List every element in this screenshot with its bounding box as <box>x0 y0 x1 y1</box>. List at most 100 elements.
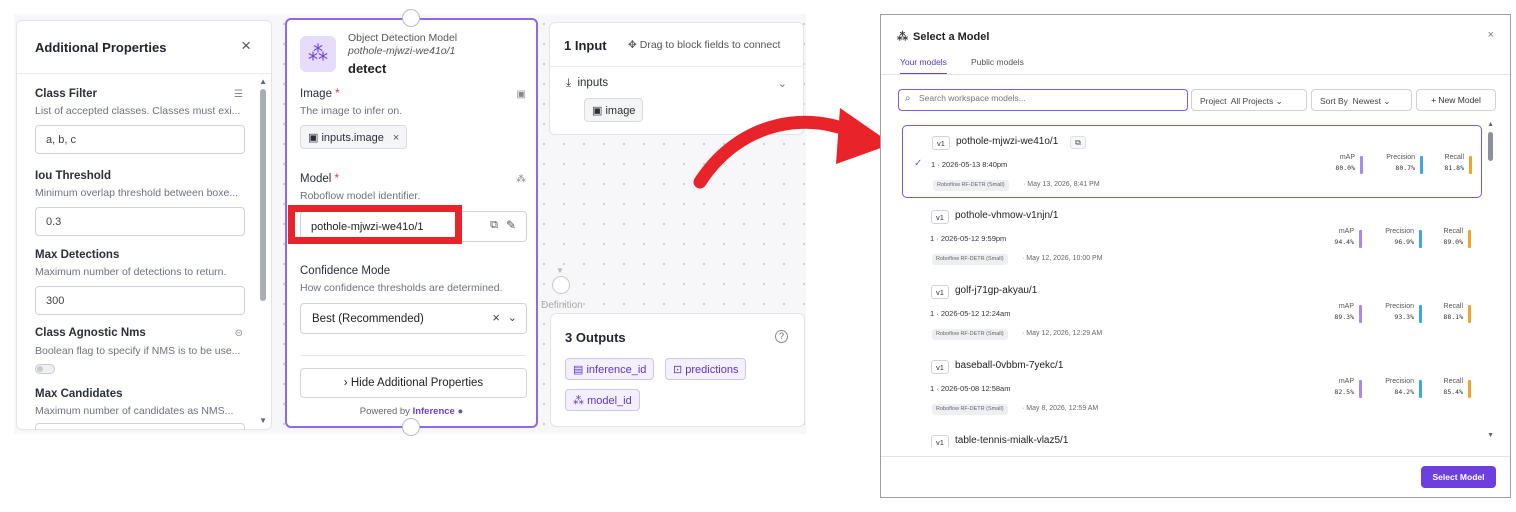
divider <box>881 74 1510 75</box>
scroll-down-icon[interactable]: ▼ <box>1487 432 1494 439</box>
tab-public-models[interactable]: Public models <box>971 57 1024 73</box>
version-badge: v1 <box>932 136 950 150</box>
metric-label: mAP <box>1338 228 1354 235</box>
list-icon[interactable]: ☰ <box>234 89 243 100</box>
move-icon: ✥ <box>628 39 637 51</box>
model-card[interactable]: v1 pothole-mjwzi-we41o/1 ⧉ ✓ 1 · 2026-05… <box>902 125 1482 198</box>
inference-link[interactable]: Inference <box>413 406 455 417</box>
copy-icon[interactable]: ⧉ <box>490 219 498 232</box>
metric-label: Recall <box>1443 228 1463 235</box>
metric-value: 96.9% <box>1394 238 1414 246</box>
architecture-badge: Roboflow RF-DETR (Small) <box>932 254 1008 265</box>
edit-icon[interactable]: ✎ <box>506 218 516 232</box>
drag-hint: ✥ Drag to block fields to connect <box>628 39 780 51</box>
metric-value: 88.1% <box>1443 313 1463 321</box>
model-date: 1 · 2026-05-08 12:58am <box>930 384 1011 393</box>
metric-label: Recall <box>1443 303 1463 310</box>
tab-your-models[interactable]: Your models <box>900 57 947 75</box>
help-icon[interactable]: ? <box>775 330 788 343</box>
scroll-up-icon[interactable]: ▲ <box>1487 121 1494 128</box>
metric-label: Recall <box>1443 378 1463 385</box>
remove-icon[interactable]: × <box>393 132 399 144</box>
scroll-up-icon[interactable]: ▲ <box>259 77 267 86</box>
max-candidates-label: Max Candidates <box>35 388 123 400</box>
chevron-right-icon: › <box>343 377 348 389</box>
arrow-icon <box>693 108 892 189</box>
iou-threshold-label: Iou Threshold <box>35 170 112 182</box>
metric-label: Precision <box>1385 303 1414 310</box>
block-name[interactable]: detect <box>348 61 386 76</box>
scroll-down-icon[interactable]: ▼ <box>259 416 267 425</box>
trained-date: · May 8, 2026, 12:59 AM <box>1022 405 1099 412</box>
output-chip-model-id[interactable]: ⁂ model_id <box>565 389 640 411</box>
model-node-icon: ⁂ <box>897 31 908 43</box>
map-bar <box>1359 305 1362 323</box>
copy-icon[interactable]: ⧉ <box>1070 136 1086 149</box>
select-model-dialog: ⁂ Select a Model × Your models Public mod… <box>880 14 1511 498</box>
recall-bar <box>1468 230 1471 248</box>
canvas-faint-label: Definition <box>541 300 583 311</box>
hide-additional-properties-button[interactable]: › Hide Additional Properties <box>300 368 527 398</box>
block-output-handle[interactable] <box>402 418 420 436</box>
architecture-badge: Roboflow RF-DETR (Small) <box>933 180 1009 191</box>
image-input-chip[interactable]: ▣ inputs.image × <box>300 125 408 149</box>
new-model-button[interactable]: + New Model <box>1416 89 1496 111</box>
link-icon[interactable]: ⊝ <box>235 328 243 339</box>
clear-icon[interactable]: × <box>492 310 500 325</box>
max-candidates-input[interactable] <box>35 423 245 429</box>
inputs-row[interactable]: ⤓ inputs <box>566 77 608 90</box>
model-card[interactable]: v1 pothole-vhmow-v1njn/1 1 · 2026-05-12 … <box>902 200 1482 273</box>
metric-precision: Precision 80.7% <box>1375 154 1415 172</box>
image-chip-label: image <box>605 105 636 117</box>
search-box[interactable]: ⌕ <box>898 89 1188 111</box>
output-chip-label: model_id <box>587 395 632 407</box>
metric-label: Recall <box>1444 154 1464 161</box>
iou-threshold-input[interactable]: 0.3 <box>35 207 245 236</box>
powered-by: Powered by Inference ● <box>287 406 536 417</box>
outputs-title: 3 Outputs <box>565 330 626 345</box>
output-chip-inference-id[interactable]: ▤ inference_id <box>565 358 655 380</box>
canvas-node-handle[interactable] <box>552 276 570 294</box>
select-model-button[interactable]: Select Model <box>1421 466 1496 488</box>
block-input-handle[interactable] <box>402 9 420 27</box>
chevron-down-icon[interactable]: ⌄ <box>508 311 517 324</box>
model-card[interactable]: v1 baseball-0vbbm-7yekc/1 1 · 2026-05-08… <box>902 350 1482 423</box>
output-chip-predictions[interactable]: ⊡ predictions <box>665 358 747 380</box>
sort-dropdown[interactable]: Sort By Newest ⌄ <box>1311 89 1412 111</box>
trained-date: · May 12, 2026, 12:29 AM <box>1022 330 1103 337</box>
recall-bar <box>1468 380 1471 398</box>
confidence-mode-select[interactable]: Best (Recommended) × ⌄ <box>300 303 527 334</box>
metric-recall: Recall 85.4% <box>1423 378 1463 396</box>
scrollbar-thumb[interactable] <box>1488 132 1493 161</box>
metric-label: mAP <box>1338 303 1354 310</box>
model-date: 1 · 2026-05-12 9:59pm <box>930 234 1007 243</box>
project-dropdown[interactable]: Project All Projects ⌄ <box>1191 89 1307 111</box>
image-label: Image * <box>300 88 340 100</box>
close-icon[interactable]: × <box>241 36 251 56</box>
sort-label: Sort By <box>1320 96 1348 106</box>
block-model-id: pothole-mjwzi-we41o/1 <box>348 45 456 57</box>
divider <box>300 355 526 356</box>
class-agnostic-nms-toggle[interactable] <box>35 364 55 374</box>
search-icon: ⌕ <box>905 93 911 104</box>
class-filter-desc: List of accepted classes. Classes must e… <box>35 105 241 117</box>
close-icon[interactable]: × <box>1488 29 1494 41</box>
metric-value: 89.3% <box>1334 313 1354 321</box>
metric-precision: Precision 96.9% <box>1374 228 1414 246</box>
model-label: Model * <box>300 173 340 185</box>
map-bar <box>1360 156 1363 174</box>
image-chip[interactable]: ▣ image <box>584 98 644 122</box>
class-filter-label: Class Filter <box>35 88 97 100</box>
max-detections-input[interactable]: 300 <box>35 286 245 315</box>
class-filter-input[interactable]: a, b, c <box>35 125 245 154</box>
scrollbar-thumb[interactable] <box>260 89 266 301</box>
precision-bar <box>1420 156 1423 174</box>
metric-value: 94.4% <box>1334 238 1354 246</box>
metric-precision: Precision 93.3% <box>1374 303 1414 321</box>
search-input[interactable] <box>919 93 1179 103</box>
model-card[interactable]: v1 golf-j71gp-akyau/1 1 · 2026-05-12 12:… <box>902 275 1482 348</box>
inputs-row-label: inputs <box>577 77 609 89</box>
model-card[interactable]: v1 table-tennis-mialk-vlaz5/1 <box>902 425 1482 447</box>
metric-map: mAP 82.5% <box>1314 378 1354 396</box>
panel-title: Additional Properties <box>35 40 167 55</box>
